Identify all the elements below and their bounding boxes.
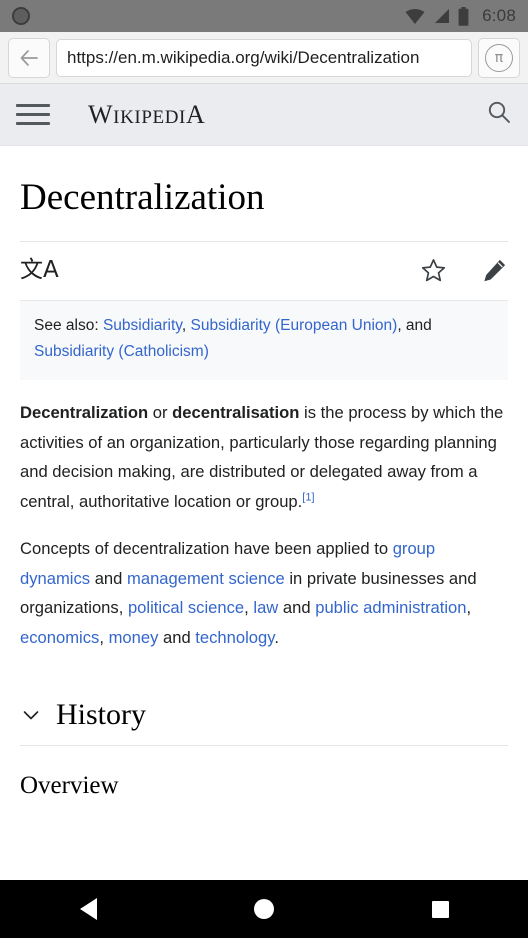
p2-t8: and: [158, 627, 196, 647]
link-law[interactable]: law: [253, 598, 278, 617]
browser-back-button[interactable]: [8, 37, 50, 78]
wordmark-w: W: [88, 99, 114, 129]
url-text: https://en.m.wikipedia.org/wiki/Decentra…: [67, 47, 420, 67]
wikipedia-header: WIKIPEDIA: [0, 84, 528, 146]
hamburger-line: [16, 122, 50, 125]
link-technology[interactable]: technology: [195, 628, 274, 647]
bold-decentralization: Decentralization: [20, 403, 149, 422]
wordmark-mid: IKIPEDI: [113, 106, 186, 128]
browser-url-bar: https://en.m.wikipedia.org/wiki/Decentra…: [0, 32, 528, 84]
status-bar-icons: 6:08: [404, 6, 516, 26]
search-button[interactable]: [486, 99, 512, 130]
hatnote-sep-1: ,: [181, 316, 191, 334]
reference-link-1[interactable]: [1]: [302, 491, 314, 503]
p2-t1: Concepts of decentralization have been a…: [20, 539, 393, 559]
bold-decentralisation: decentralisation: [172, 403, 300, 422]
section-title-history: History: [56, 698, 146, 732]
browser-profile-button[interactable]: π: [478, 37, 520, 78]
p2-t9: .: [274, 627, 279, 647]
hamburger-line: [16, 104, 50, 107]
article-action-row: 文A: [20, 242, 508, 300]
url-input[interactable]: https://en.m.wikipedia.org/wiki/Decentra…: [56, 38, 472, 77]
pencil-icon: [484, 260, 506, 282]
home-circle-icon: [254, 899, 274, 919]
status-bar-clock: 6:08: [482, 6, 516, 25]
section-title-overview: Overview: [20, 772, 119, 800]
edit-pencil-button[interactable]: [481, 257, 508, 284]
section-header-history[interactable]: History: [20, 698, 508, 731]
wordmark-a: A: [185, 99, 206, 129]
camera-dot-icon: [12, 7, 30, 25]
p2-t5: and: [278, 598, 316, 618]
hatnote-prefix: See also:: [34, 316, 103, 334]
nav-home-button[interactable]: [176, 899, 352, 919]
p2-t7: ,: [99, 627, 109, 647]
star-outline-icon: [421, 259, 446, 282]
lead-paragraph-2: Concepts of decentralization have been a…: [20, 534, 508, 652]
link-political-science[interactable]: political science: [128, 598, 244, 617]
chevron-down-icon: [20, 704, 42, 726]
link-economics[interactable]: economics: [20, 628, 99, 647]
android-nav-bar: [0, 880, 528, 938]
hatnote-link-subsidiarity[interactable]: Subsidiarity: [103, 317, 182, 334]
battery-icon: [458, 6, 469, 26]
hatnote-sep-2: , and: [397, 316, 432, 334]
link-money[interactable]: money: [109, 628, 159, 647]
recents-square-icon: [431, 900, 449, 918]
menu-icon[interactable]: [16, 100, 50, 129]
p2-t2: and: [90, 568, 128, 588]
hatnote-link-subsidiarity-eu[interactable]: Subsidiarity (European Union): [191, 317, 398, 334]
nav-back-button[interactable]: [0, 898, 176, 920]
p2-t6: ,: [466, 598, 472, 618]
hatnote: See also: Subsidiarity, Subsidiarity (Eu…: [20, 300, 508, 380]
arrow-left-icon: [20, 49, 38, 66]
section-divider: [20, 745, 508, 747]
p2-t4: ,: [244, 598, 254, 618]
link-public-administration[interactable]: public administration: [315, 598, 466, 617]
link-management-science[interactable]: management science: [127, 569, 285, 588]
wifi-icon: [405, 9, 425, 24]
search-icon: [488, 101, 510, 123]
hamburger-line: [16, 113, 50, 116]
language-icon[interactable]: 文A: [20, 259, 59, 282]
page-title: Decentralization: [20, 177, 265, 218]
reference-marker[interactable]: [1]: [302, 491, 314, 503]
nav-recents-button[interactable]: [352, 900, 528, 918]
hatnote-link-subsidiarity-catholicism[interactable]: Subsidiarity (Catholicism): [34, 343, 209, 360]
cell-signal-icon: [435, 9, 450, 23]
article-body: Decentralization 文A See also: Subsidiari…: [0, 177, 528, 800]
watch-star-button[interactable]: [420, 257, 447, 284]
wikipedia-wordmark[interactable]: WIKIPEDIA: [88, 100, 205, 130]
back-triangle-icon: [79, 898, 97, 920]
android-status-bar: 6:08: [0, 0, 528, 32]
para1-mid: or: [148, 403, 173, 422]
lead-paragraph-1: Decentralization or decentralisation is …: [20, 398, 508, 516]
profile-circle-icon: π: [485, 43, 513, 72]
